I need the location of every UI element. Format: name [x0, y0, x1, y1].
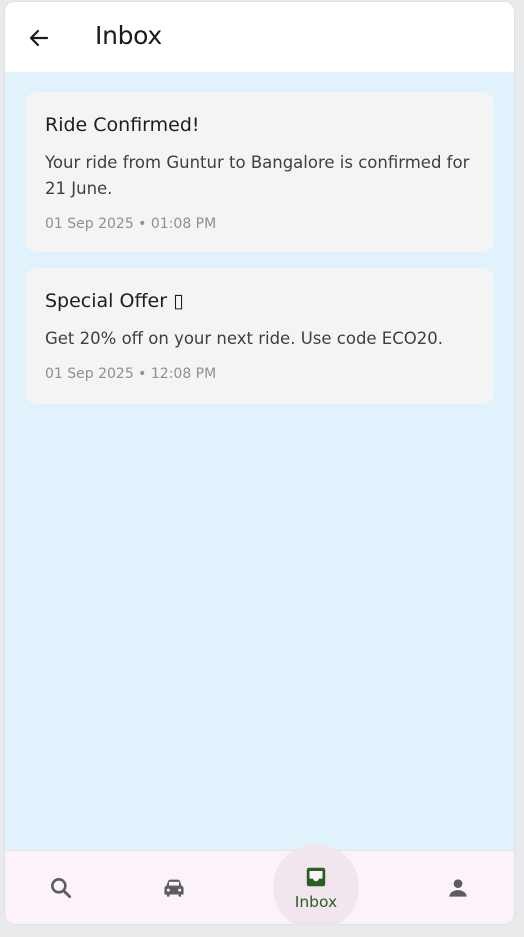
message-card[interactable]: Special Offer ▯ Get 20% off on your next…: [25, 268, 494, 404]
message-title: Special Offer ▯: [45, 290, 184, 312]
back-button[interactable]: [25, 24, 53, 52]
nav-item-inbox[interactable]: Inbox: [273, 844, 359, 924]
nav-item-rides[interactable]: [146, 851, 202, 924]
message-list: Ride Confirmed! Your ride from Guntur to…: [25, 92, 494, 420]
top-app-bar: Inbox: [5, 2, 514, 72]
message-title: Ride Confirmed!: [45, 114, 200, 136]
nav-item-profile[interactable]: [430, 851, 486, 924]
message-body: Your ride from Guntur to Bangalore is co…: [45, 153, 470, 198]
person-icon: [449, 878, 467, 897]
message-timestamp: 01 Sep 2025 • 01:08 PM: [45, 216, 217, 232]
message-card[interactable]: Ride Confirmed! Your ride from Guntur to…: [25, 92, 494, 252]
inbox-icon: [306, 867, 326, 887]
car-icon: [164, 879, 184, 897]
search-icon: [51, 877, 72, 898]
arrow-left-icon: [29, 29, 49, 47]
nav-label-inbox: Inbox: [294, 893, 338, 911]
nav-item-search[interactable]: [33, 851, 89, 924]
app-screen: Inbox Ride Confirmed! Your ride from Gun…: [5, 2, 514, 924]
bottom-navigation: Inbox: [5, 844, 514, 924]
message-timestamp: 01 Sep 2025 • 12:08 PM: [45, 366, 217, 382]
page-title: Inbox: [95, 21, 162, 50]
message-body: Get 20% off on your next ride. Use code …: [45, 329, 443, 348]
